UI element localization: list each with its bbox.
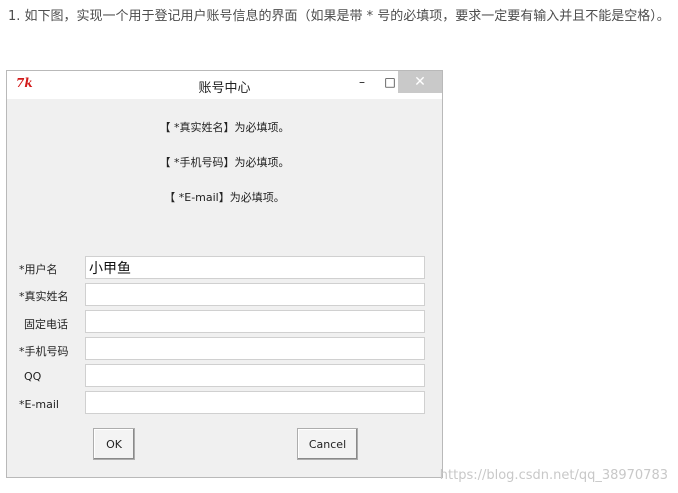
label-email: *E-mail [19, 398, 59, 411]
question-text: 1. 如下图，实现一个用于登记用户账号信息的界面（如果是带 * 号的必填项，要求… [8, 9, 670, 24]
label-mobile: *手机号码 [19, 345, 69, 358]
email-input[interactable] [85, 391, 425, 414]
landline-input[interactable] [85, 310, 425, 333]
mobile-input[interactable] [85, 337, 425, 360]
label-qq: QQ [24, 370, 42, 383]
notice-real-name: 【 *真实姓名】为必填项。 [159, 121, 290, 134]
watermark-url: https://blog.csdn.net/qq_38970783 [439, 468, 668, 483]
label-username: *用户名 [19, 263, 58, 276]
notice-email: 【 *E-mail】为必填项。 [164, 191, 285, 204]
real-name-input[interactable] [85, 283, 425, 306]
minimize-button[interactable]: – [347, 71, 377, 93]
cancel-button[interactable]: Cancel [297, 428, 358, 460]
label-real-name: *真实姓名 [19, 290, 69, 303]
label-landline: 固定电话 [24, 318, 68, 331]
title-bar[interactable]: 7k 账号中心 – □ ✕ [7, 71, 442, 99]
close-button[interactable]: ✕ [398, 71, 442, 93]
account-center-window: 7k 账号中心 – □ ✕ 【 *真实姓名】为必填项。 【 *手机号码】为必填项… [6, 70, 443, 478]
username-input[interactable] [85, 256, 425, 279]
qq-input[interactable] [85, 364, 425, 387]
notice-phone: 【 *手机号码】为必填项。 [159, 156, 290, 169]
ok-button[interactable]: OK [93, 428, 135, 460]
